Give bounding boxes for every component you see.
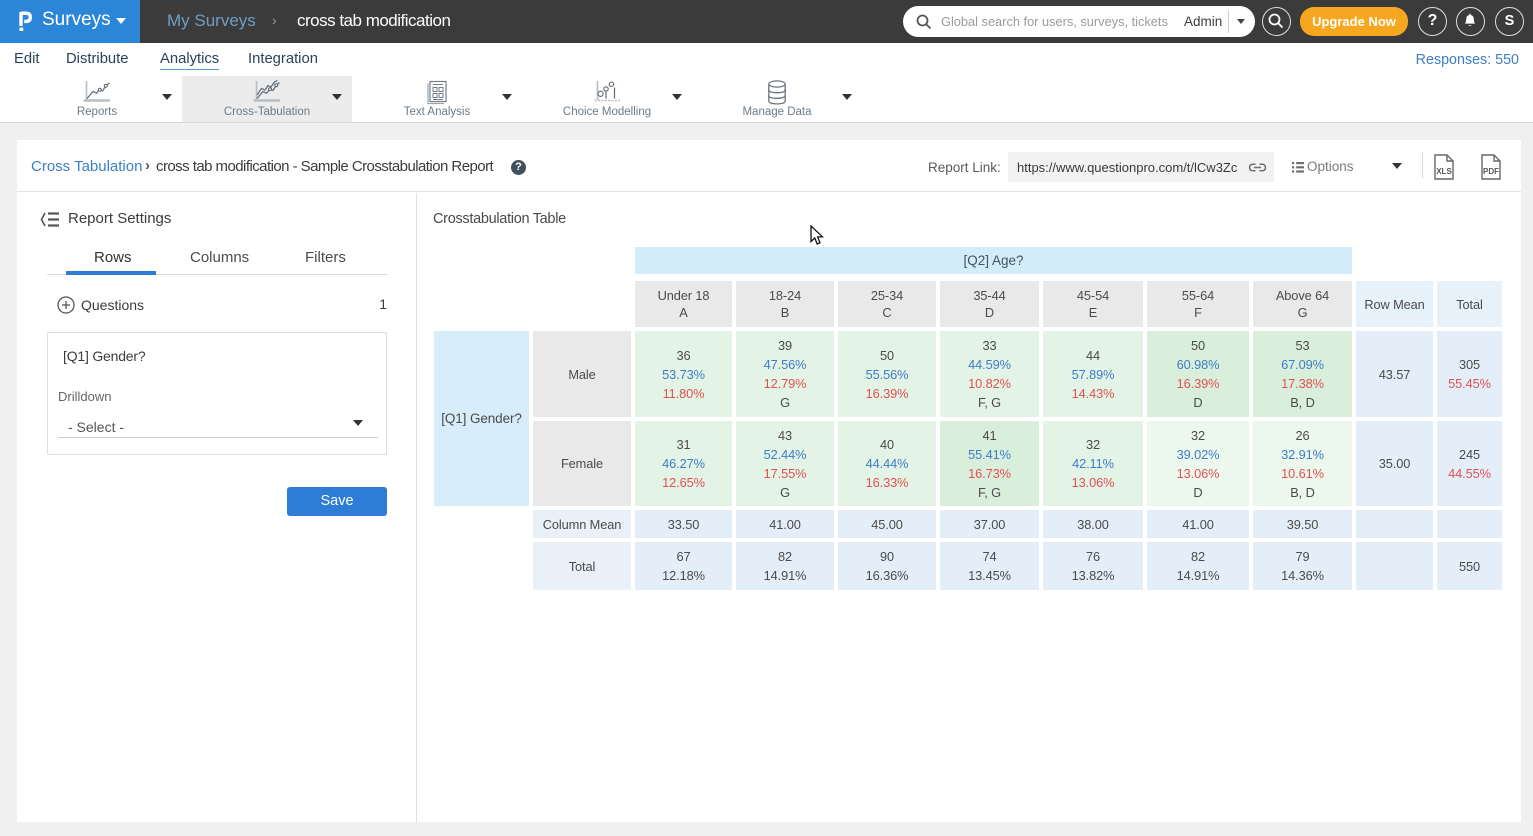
svg-text:XLS: XLS — [1436, 167, 1452, 176]
svg-text:PDF: PDF — [1483, 167, 1499, 176]
